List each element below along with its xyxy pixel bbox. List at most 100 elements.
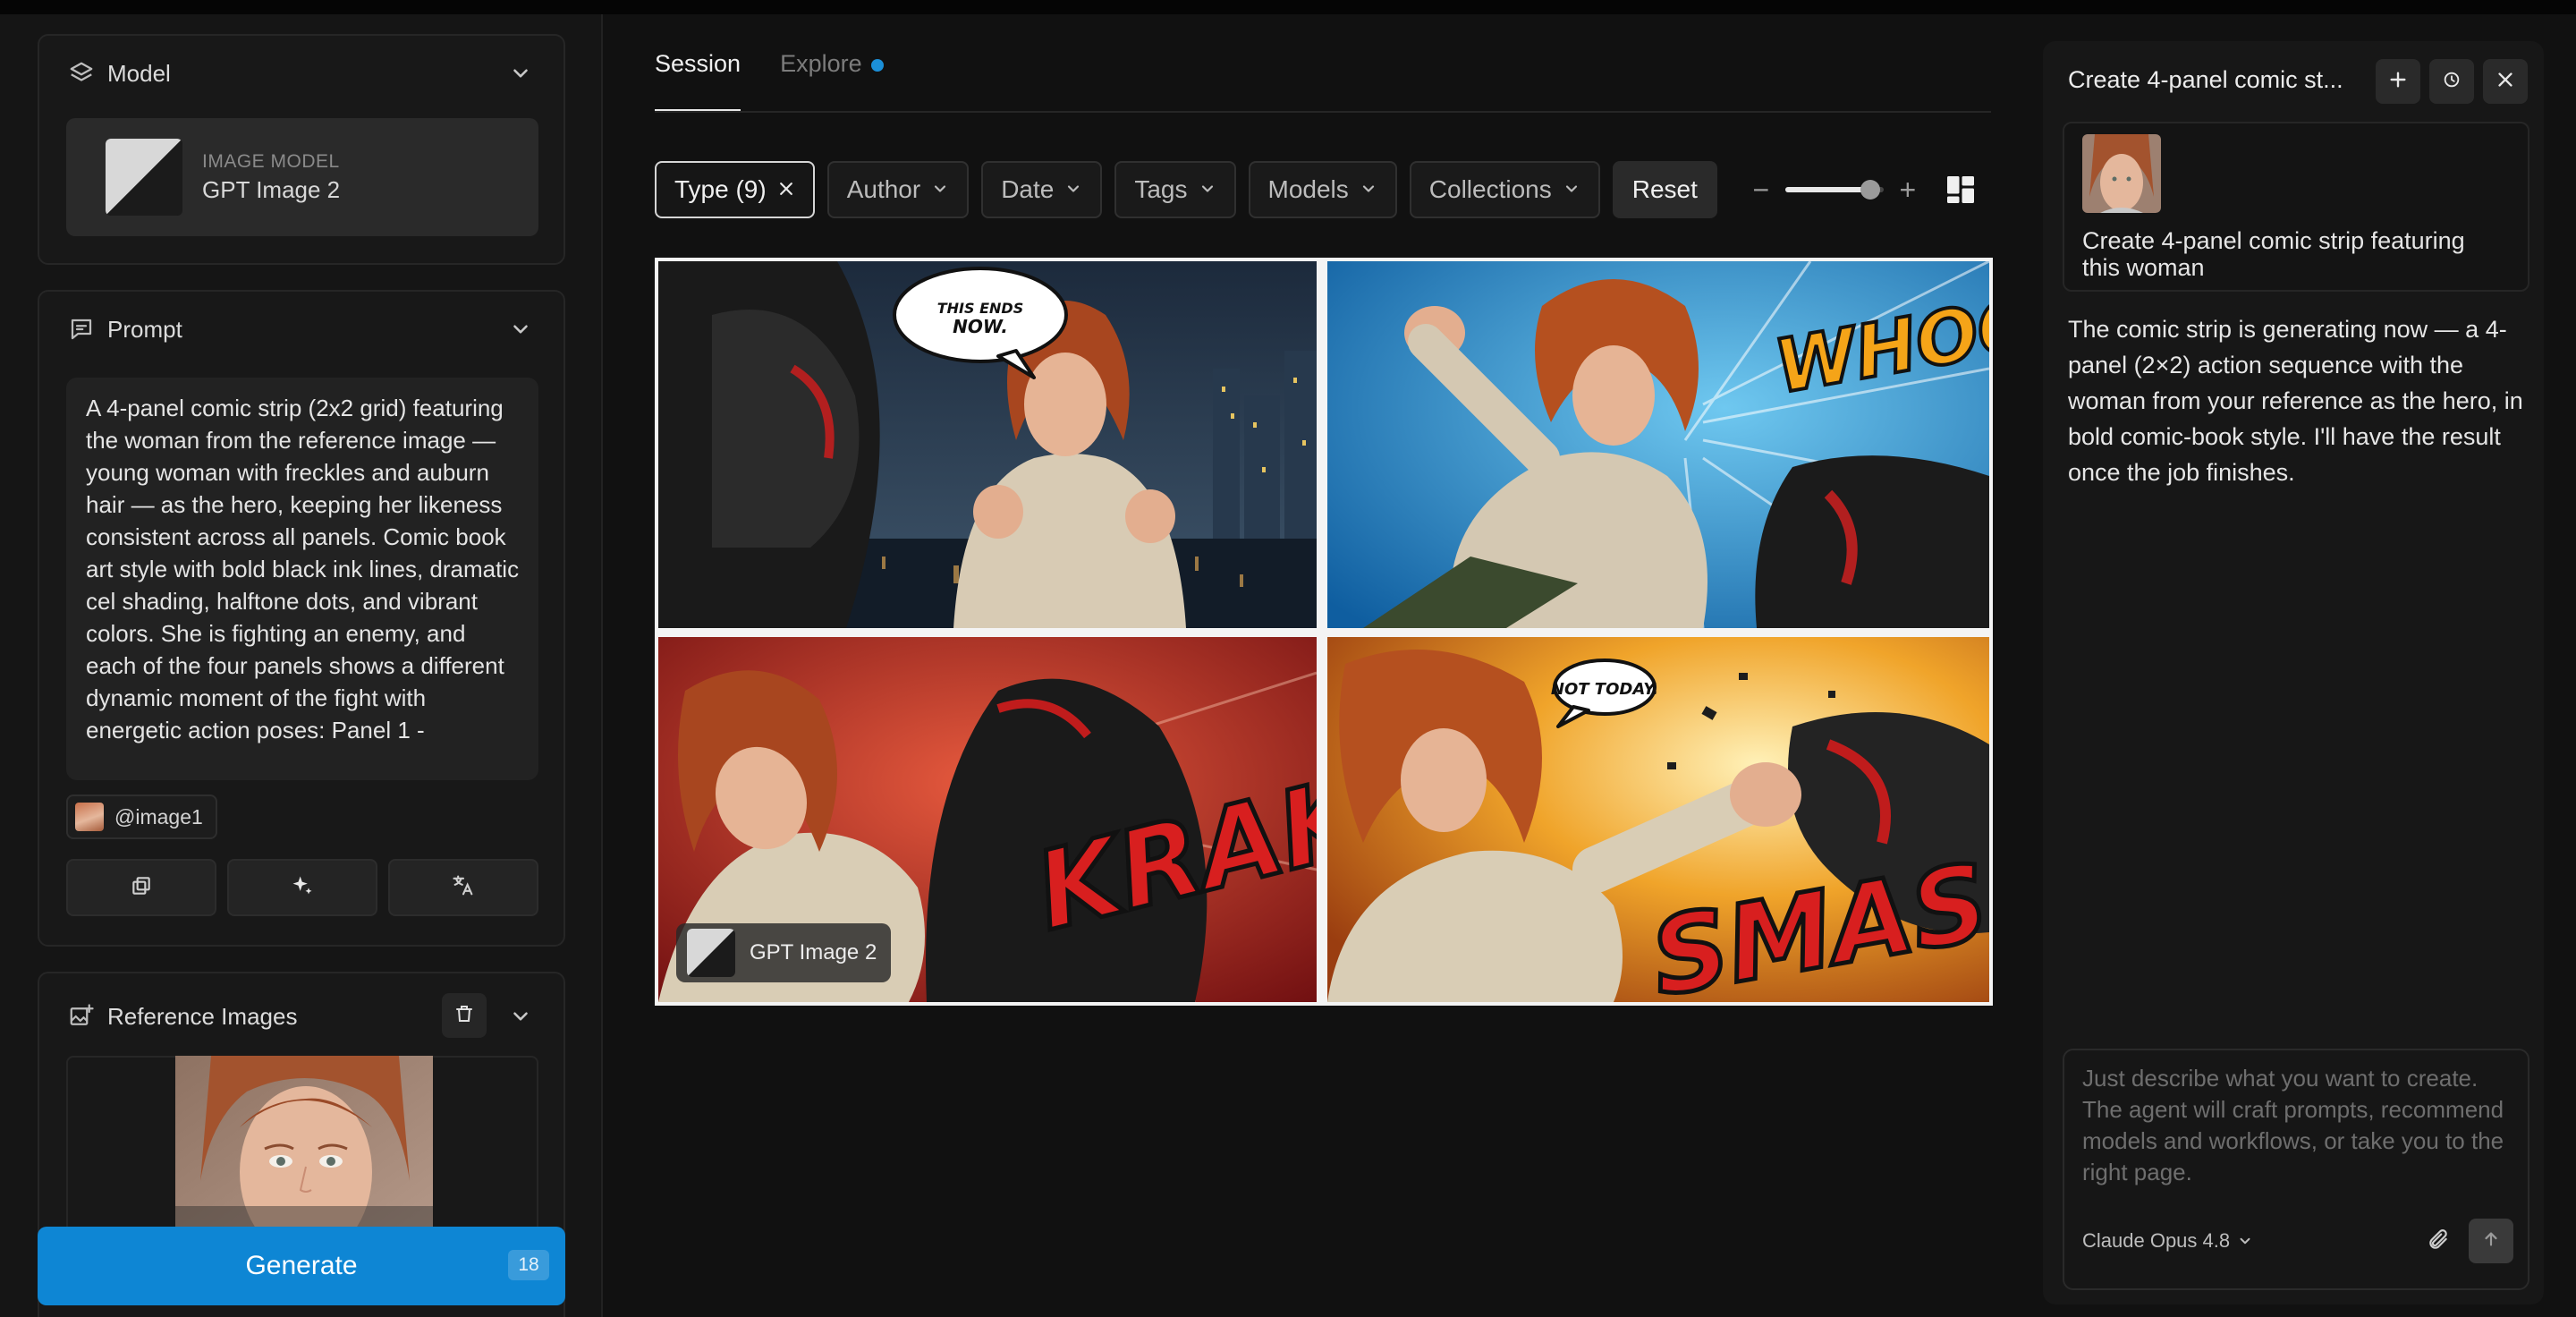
reference-chip[interactable]: @image1 (66, 794, 217, 839)
user-attachment-thumbnail[interactable] (2082, 134, 2161, 213)
copy-icon (130, 874, 153, 902)
copy-button[interactable] (66, 859, 216, 916)
chip-thumbnail (75, 803, 104, 831)
send-button[interactable] (2469, 1219, 2513, 1263)
models-filter-label: Models (1267, 175, 1349, 203)
agent-model-select[interactable]: Claude Opus 4.8 (2082, 1229, 2253, 1253)
chevron-down-icon (1563, 175, 1580, 204)
prompt-card: Prompt A 4-panel comic strip (2x2 grid) … (38, 290, 565, 947)
arrow-up-icon (2481, 1229, 2501, 1253)
tags-filter[interactable]: Tags (1114, 161, 1236, 218)
author-filter[interactable]: Author (826, 161, 970, 218)
zoom-in-icon[interactable]: + (1894, 174, 1921, 207)
close-icon (2496, 70, 2515, 94)
comic-panel-2: WHOOOSH! (1327, 261, 1989, 628)
chat-composer: Claude Opus 4.8 (2063, 1049, 2529, 1290)
image-add-icon (66, 1001, 97, 1032)
type-filter-label: Type (9) (674, 175, 767, 203)
reset-filters-button[interactable]: Reset (1612, 161, 1717, 218)
chevron-down-icon[interactable] (504, 313, 537, 345)
author-filter-label: Author (846, 175, 921, 203)
agent-chat-panel: Create 4-panel comic st... Create 4-pane… (2043, 41, 2544, 1304)
left-sidebar: Model IMAGE MODEL GPT Image 2 Prompt A 4… (0, 14, 603, 1317)
tab-explore-label: Explore (780, 50, 862, 77)
tab-session[interactable]: Session (655, 50, 741, 113)
zoom-slider-fill (1784, 187, 1864, 192)
chevron-down-icon (1199, 175, 1216, 204)
tabs-divider (655, 111, 1991, 113)
prompt-card-header[interactable]: Prompt (66, 311, 537, 347)
chip-label: @image1 (114, 804, 203, 828)
model-caption: IMAGE MODEL (202, 150, 340, 172)
translate-icon (451, 873, 476, 903)
history-button[interactable] (2429, 59, 2474, 104)
result-model-name: GPT Image 2 (750, 940, 877, 964)
chevron-down-icon (2237, 1233, 2253, 1249)
prompt-card-title: Prompt (107, 315, 182, 343)
reference-image[interactable] (175, 1056, 433, 1235)
enhance-prompt-button[interactable] (227, 859, 377, 916)
trash-icon (453, 1003, 475, 1029)
user-message-text: Create 4-panel comic strip featuring thi… (2082, 227, 2465, 281)
chevron-down-icon[interactable] (504, 1000, 537, 1032)
type-filter[interactable]: Type (9) (655, 161, 815, 218)
window-top-bar (0, 0, 2576, 14)
generate-button[interactable]: Generate 18 (38, 1227, 565, 1305)
model-logo-icon (687, 929, 735, 977)
chevron-down-icon (931, 175, 949, 204)
sparkle-icon (290, 873, 315, 903)
model-selector[interactable]: IMAGE MODEL GPT Image 2 (66, 118, 538, 236)
model-card-header[interactable]: Model (66, 55, 537, 91)
attach-button[interactable] (2422, 1226, 2454, 1258)
speech-bubble-1-line2: NOW. (953, 316, 1008, 337)
zoom-control: − + (1748, 174, 1921, 207)
chat-title: Create 4-panel comic st... (2068, 66, 2343, 93)
delete-references-button[interactable] (442, 993, 487, 1038)
credit-cost-badge: 18 (508, 1250, 549, 1280)
zoom-slider[interactable] (1784, 180, 1884, 200)
model-card: Model IMAGE MODEL GPT Image 2 (38, 34, 565, 265)
chat-input[interactable] (2082, 1063, 2512, 1197)
tab-session-label: Session (655, 50, 741, 77)
collections-filter-label: Collections (1428, 175, 1552, 203)
zoom-slider-handle[interactable] (1860, 180, 1880, 200)
result-image[interactable]: THIS ENDS NOW. WHOOOSH! KRAK! NOT TODAY.… (655, 258, 1993, 1006)
prompt-textarea[interactable]: A 4-panel comic strip (2x2 grid) featuri… (66, 378, 538, 780)
models-filter[interactable]: Models (1248, 161, 1397, 218)
speech-bubble-4: NOT TODAY. (1551, 680, 1658, 699)
tab-explore[interactable]: Explore (780, 50, 884, 113)
comic-panel-1: THIS ENDS NOW. (658, 261, 1317, 628)
zoom-out-icon[interactable]: − (1748, 174, 1775, 207)
close-icon[interactable] (777, 175, 795, 204)
model-name: GPT Image 2 (202, 175, 341, 203)
filter-bar: Type (9) Author Date Tags Models Collect… (655, 161, 1977, 218)
model-card-title: Model (107, 59, 171, 87)
view-tabs: Session Explore (655, 50, 923, 113)
new-chat-button[interactable] (2376, 59, 2420, 104)
paperclip-icon (2427, 1228, 2450, 1256)
date-filter-label: Date (1001, 175, 1055, 203)
reset-label: Reset (1631, 175, 1698, 203)
model-logo-icon (106, 139, 182, 216)
plus-icon (2388, 70, 2408, 94)
speech-bubble-1-line1: THIS ENDS (937, 300, 1023, 317)
result-model-tag: GPT Image 2 (676, 923, 892, 982)
new-indicator-dot (870, 58, 884, 72)
history-icon (2442, 70, 2462, 94)
agent-reply: The comic strip is generating now — a 4-… (2068, 316, 2523, 486)
agent-model-label: Claude Opus 4.8 (2082, 1229, 2231, 1252)
comic-panel-4: NOT TODAY. SMASH! (1327, 637, 1989, 1002)
generate-label: Generate (245, 1251, 358, 1280)
chevron-down-icon (1064, 175, 1082, 204)
user-message: Create 4-panel comic strip featuring thi… (2063, 122, 2529, 292)
masonry-layout-icon[interactable] (1945, 174, 1977, 206)
message-icon (66, 314, 97, 344)
chevron-down-icon (1360, 175, 1377, 204)
translate-button[interactable] (388, 859, 538, 916)
layers-icon (66, 58, 97, 89)
date-filter[interactable]: Date (981, 161, 1103, 218)
tags-filter-label: Tags (1134, 175, 1188, 203)
collections-filter[interactable]: Collections (1409, 161, 1600, 218)
close-chat-button[interactable] (2483, 59, 2528, 104)
chevron-down-icon[interactable] (504, 57, 537, 89)
